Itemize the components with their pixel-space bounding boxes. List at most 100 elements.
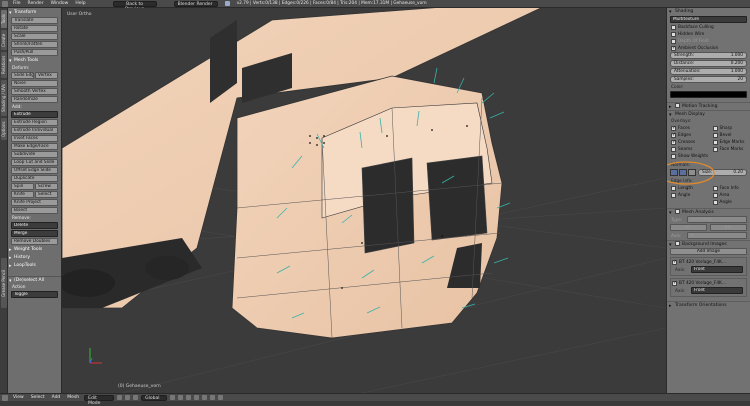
3d-viewport[interactable]: User Ortho (0) Gehaeuse_vorn bbox=[62, 8, 666, 393]
remove-doubles-button[interactable]: Remove Doubles bbox=[11, 238, 58, 245]
translate-button[interactable]: Translate bbox=[11, 17, 58, 24]
edge-marks-checkbox[interactable]: Edge Marks bbox=[709, 139, 750, 146]
motion-tracking-header[interactable]: Motion Tracking bbox=[667, 102, 750, 110]
render-engine-dropdown[interactable]: Blender Render bbox=[174, 1, 218, 7]
face-angle-checkbox[interactable]: Angle bbox=[709, 199, 750, 206]
scale-button[interactable]: Scale bbox=[11, 33, 58, 40]
motion-tracking-checkbox[interactable] bbox=[675, 103, 680, 108]
menu-select[interactable]: Select bbox=[29, 395, 47, 400]
analysis-axis-dropdown[interactable]: Z bbox=[687, 232, 747, 239]
menu-window[interactable]: Window bbox=[49, 1, 71, 6]
menu-view[interactable]: View bbox=[11, 395, 26, 400]
face-select-icon[interactable] bbox=[186, 395, 191, 400]
viewport-shading-icon[interactable] bbox=[117, 395, 122, 400]
menu-help[interactable]: Help bbox=[73, 1, 87, 6]
edge-length-checkbox[interactable]: Length bbox=[667, 185, 709, 192]
duplicate-button[interactable]: Duplicate bbox=[11, 175, 58, 182]
spin-button[interactable]: Spin bbox=[11, 183, 34, 190]
shrink-fatten-button[interactable]: Shrink/Fatten bbox=[11, 41, 58, 48]
smooth-vertex-button[interactable]: Smooth Vertex bbox=[11, 88, 58, 95]
tab-options[interactable]: Options bbox=[1, 118, 7, 140]
mesh-analysis-checkbox[interactable] bbox=[675, 209, 680, 214]
manipulator-icon[interactable] bbox=[133, 395, 138, 400]
face-area-checkbox[interactable]: Area bbox=[709, 192, 750, 199]
weight-tools-panel-header[interactable]: Weight Tools bbox=[8, 246, 61, 254]
tab-grease-pencil[interactable]: Grease Pencil bbox=[1, 258, 7, 308]
edges-checkbox[interactable]: Edges bbox=[667, 132, 709, 139]
slide-edge-button[interactable]: Slide Edge bbox=[11, 72, 34, 79]
add-image-button[interactable]: Add Image bbox=[670, 248, 747, 255]
mesh-display-header[interactable]: Mesh Display bbox=[667, 110, 750, 118]
operator-panel-header[interactable]: (De)select All bbox=[8, 276, 61, 284]
loop-cut-button[interactable]: Loop Cut and Slide bbox=[11, 159, 58, 166]
subdivide-button[interactable]: Subdivide bbox=[11, 151, 58, 158]
ao-strength-field[interactable]: Strength:1.000 bbox=[670, 52, 747, 59]
bevel-checkbox[interactable]: Bevel bbox=[709, 132, 750, 139]
ao-distance-field[interactable]: Distance:0.200 bbox=[670, 60, 747, 67]
ao-attenuation-field[interactable]: Attenuation:1.000 bbox=[670, 68, 747, 75]
creases-checkbox[interactable]: Creases bbox=[667, 139, 709, 146]
transform-orientation-dropdown[interactable]: Global bbox=[141, 395, 167, 401]
menu-mesh[interactable]: Mesh bbox=[65, 395, 81, 400]
randomize-button[interactable]: Randomize bbox=[11, 96, 58, 103]
depth-of-field-checkbox[interactable]: Depth Of Field bbox=[667, 38, 750, 45]
ao-samples-field[interactable]: Samples:20 bbox=[670, 76, 747, 83]
bg-image-toggle[interactable]: BT 420 Vorlage_F4K... bbox=[671, 259, 746, 266]
tab-shading-uvs[interactable]: Shading / UVs bbox=[1, 80, 7, 116]
menu-add[interactable]: Add bbox=[50, 395, 63, 400]
back-to-previous-button[interactable]: Back to Previous bbox=[113, 1, 157, 7]
delete-dropdown[interactable]: Delete bbox=[11, 222, 58, 229]
sharp-checkbox[interactable]: Sharp bbox=[709, 125, 750, 132]
ao-color-swatch[interactable] bbox=[670, 91, 747, 98]
seams-checkbox[interactable]: Seams bbox=[667, 146, 709, 153]
layers-icon[interactable] bbox=[218, 395, 223, 400]
shading-panel-header[interactable]: Shading bbox=[667, 8, 750, 16]
ambient-occlusion-checkbox[interactable]: Ambient Occlusion bbox=[667, 45, 750, 52]
transform-panel-header[interactable]: Transform bbox=[8, 9, 61, 17]
rotate-button[interactable]: Rotate bbox=[11, 25, 58, 32]
knife-select-button[interactable]: Select bbox=[35, 191, 58, 198]
editor-type-icon[interactable] bbox=[2, 1, 8, 7]
knife-project-button[interactable]: Knife Project bbox=[11, 199, 58, 206]
edge-select-icon[interactable] bbox=[178, 395, 183, 400]
push-pull-button[interactable]: Push/Pull bbox=[11, 49, 58, 56]
bg-image-toggle[interactable]: BT 420 Vorlage_F4K... bbox=[671, 280, 746, 287]
slide-vertex-button[interactable]: Vertex bbox=[35, 72, 58, 79]
bisect-button[interactable]: Bisect bbox=[11, 207, 58, 214]
extrude-dropdown[interactable]: Extrude bbox=[11, 111, 58, 118]
snap-icon[interactable] bbox=[210, 395, 215, 400]
editor-type-icon[interactable] bbox=[2, 395, 8, 401]
merge-dropdown[interactable]: Merge bbox=[11, 230, 58, 237]
vertex-select-icon[interactable] bbox=[170, 395, 175, 400]
tab-create[interactable]: Create bbox=[1, 30, 7, 50]
inset-faces-button[interactable]: Inset Faces bbox=[11, 135, 58, 142]
faces-checkbox[interactable]: Faces bbox=[667, 125, 709, 132]
tab-tools[interactable]: Tools bbox=[1, 10, 7, 28]
extrude-region-button[interactable]: Extrude Region bbox=[11, 119, 58, 126]
occlude-geometry-icon[interactable] bbox=[194, 395, 199, 400]
tab-relations[interactable]: Relations bbox=[1, 52, 7, 78]
background-images-header[interactable]: Background Images bbox=[667, 240, 750, 248]
analysis-min-field[interactable]: 0° bbox=[670, 224, 707, 231]
action-dropdown[interactable]: Toggle bbox=[11, 291, 58, 298]
proportional-edit-icon[interactable] bbox=[202, 395, 207, 400]
screw-button[interactable]: Screw bbox=[35, 183, 58, 190]
shading-mode-dropdown[interactable]: Multitexture bbox=[670, 16, 747, 23]
history-panel-header[interactable]: History bbox=[8, 254, 61, 262]
knife-button[interactable]: Knife bbox=[11, 191, 34, 198]
hidden-wire-checkbox[interactable]: Hidden Wire bbox=[667, 31, 750, 38]
face-info-checkbox[interactable]: Face Info bbox=[709, 185, 750, 192]
show-weights-checkbox[interactable]: Show Weights bbox=[667, 153, 750, 160]
backface-culling-checkbox[interactable]: Backface Culling bbox=[667, 24, 750, 31]
mode-dropdown[interactable]: Edit Mode bbox=[84, 395, 114, 401]
mesh-analysis-header[interactable]: Mesh Analysis bbox=[667, 208, 750, 216]
mesh-tools-panel-header[interactable]: Mesh Tools bbox=[8, 57, 61, 65]
analysis-max-field[interactable]: 45° bbox=[710, 224, 747, 231]
face-marks-checkbox[interactable]: Face Marks bbox=[709, 146, 750, 153]
looptools-panel-header[interactable]: LoopTools bbox=[8, 262, 61, 270]
bg-axis-dropdown[interactable]: Front bbox=[691, 287, 743, 294]
bg-axis-dropdown[interactable]: Front bbox=[691, 266, 743, 273]
edge-angle-checkbox[interactable]: Angle bbox=[667, 192, 709, 199]
offset-edge-slide-button[interactable]: Offset Edge Slide bbox=[11, 167, 58, 174]
make-edge-face-button[interactable]: Make Edge/Face bbox=[11, 143, 58, 150]
